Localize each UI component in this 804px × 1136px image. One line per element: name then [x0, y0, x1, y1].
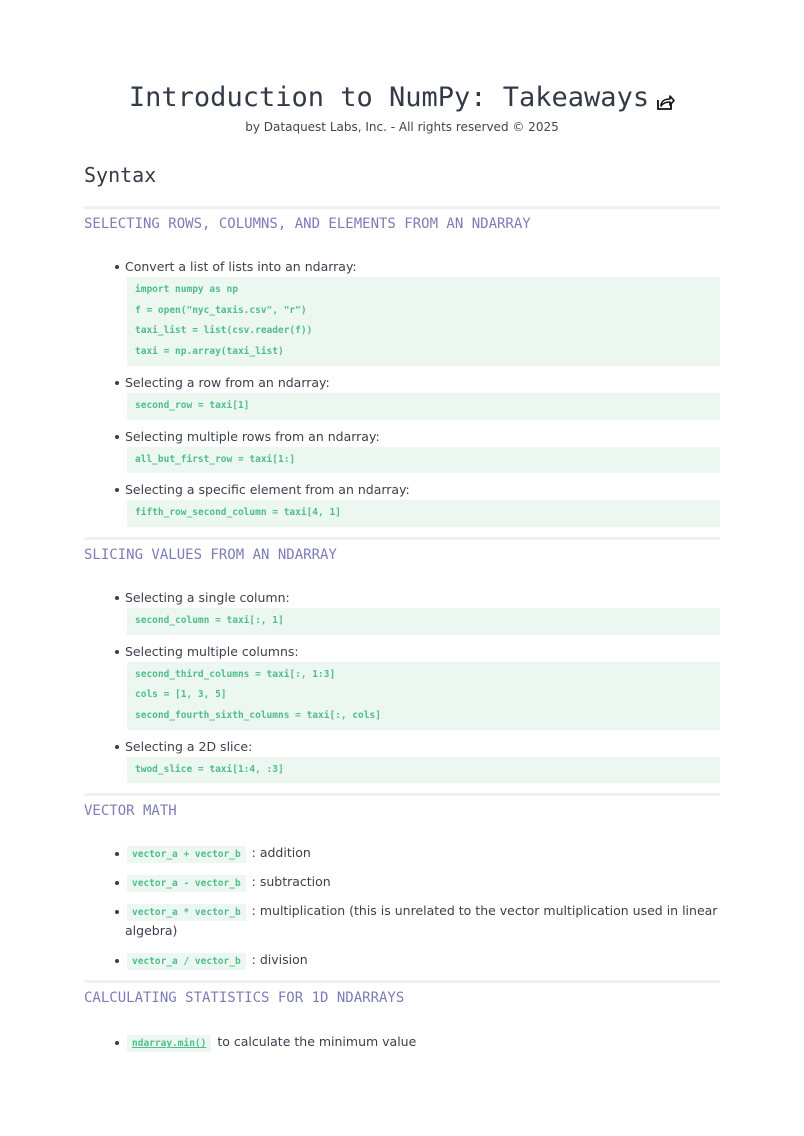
- item-text: to calculate the minimum value: [217, 1034, 417, 1050]
- content: SELECTING ROWS, COLUMNS, AND ELEMENTS FR…: [84, 206, 720, 1062]
- code-line: twod_slice = taxi[1:4, :3]: [135, 763, 284, 775]
- section-heading: SLICING VALUES FROM AN NDARRAY: [84, 546, 337, 563]
- section-heading: CALCULATING STATISTICS FOR 1D NDARRAYS: [84, 990, 405, 1007]
- inline-code: vector_a + vector_b: [127, 846, 246, 864]
- code-line: fifth_row_second_column = taxi[4, 1]: [135, 507, 341, 519]
- section-heading: SELECTING ROWS, COLUMNS, AND ELEMENTS FR…: [84, 216, 531, 232]
- bullet-list: ndarray.min() to calculate the minimum v…: [84, 1032, 720, 1053]
- list-item: Convert a list of lists into an ndarray:…: [115, 258, 720, 366]
- code-line: all_but_first_row = taxi[1:]: [135, 453, 296, 465]
- code-line: second_fourth_sixth_columns = taxi[:, co…: [135, 710, 381, 722]
- item-text: : subtraction: [251, 874, 331, 890]
- divider: [84, 536, 720, 540]
- code-block: all_but_first_row = taxi[1:]: [127, 446, 720, 474]
- list-item: vector_a - vector_b : subtraction: [115, 872, 720, 893]
- list-item: vector_a + vector_b : addition: [115, 843, 720, 864]
- code-block: import numpy as np f = open("nyc_taxis.c…: [127, 277, 720, 366]
- divider: [84, 793, 720, 797]
- list-item: Selecting a 2D slice: twod_slice = taxi[…: [115, 738, 720, 784]
- list-item: vector_a * vector_b : multiplication (th…: [115, 901, 720, 941]
- copyright-subtitle: by Dataquest Labs, Inc. - All rights res…: [245, 120, 559, 134]
- bullet-list: Convert a list of lists into an ndarray:…: [84, 258, 720, 527]
- inline-code-link[interactable]: ndarray.min(): [127, 1035, 212, 1053]
- item-text: Convert a list of lists into an ndarray:: [125, 259, 357, 274]
- item-text: Selecting a 2D slice:: [125, 738, 253, 754]
- share-icon[interactable]: [655, 86, 675, 110]
- code-line: f = open("nyc_taxis.csv", "r"): [135, 304, 307, 316]
- item-text: Selecting a specific element from an nda…: [125, 482, 410, 498]
- page-title: Introduction to NumPy: Takeaways: [84, 80, 720, 116]
- syntax-heading: Syntax: [84, 163, 157, 187]
- bullet-list: vector_a + vector_b : addition vector_a …: [84, 843, 720, 971]
- list-item: Selecting a row from an ndarray: second_…: [115, 374, 720, 420]
- list-item: Selecting a specific element from an nda…: [115, 481, 720, 527]
- code-line: taxi_list = list(csv.reader(f)): [135, 325, 313, 337]
- divider: [84, 980, 720, 984]
- code-block: second_column = taxi[:, 1]: [127, 607, 720, 635]
- inline-code: vector_a * vector_b: [127, 904, 246, 922]
- code-line: taxi = np.array(taxi_list): [135, 346, 284, 358]
- list-item: Selecting multiple rows from an ndarray:…: [115, 428, 720, 474]
- item-text: Selecting a single column:: [125, 589, 290, 605]
- list-item: vector_a / vector_b : division: [115, 950, 720, 971]
- code-line: import numpy as np: [135, 284, 238, 295]
- inline-code: vector_a / vector_b: [127, 953, 246, 971]
- inline-code: vector_a - vector_b: [127, 875, 246, 893]
- item-text: : addition: [251, 845, 311, 861]
- code-line: cols = [1, 3, 5]: [135, 689, 227, 701]
- bullet-list: Selecting a single column: second_column…: [84, 589, 720, 784]
- code-block: second_row = taxi[1]: [127, 392, 720, 420]
- list-item: Selecting multiple columns: second_third…: [115, 643, 720, 730]
- item-text: : division: [251, 952, 308, 968]
- divider: [84, 206, 720, 209]
- code-block: twod_slice = taxi[1:4, :3]: [127, 756, 720, 784]
- list-item: ndarray.min() to calculate the minimum v…: [115, 1032, 720, 1053]
- code-block: fifth_row_second_column = taxi[4, 1]: [127, 500, 720, 527]
- code-block: second_third_columns = taxi[:, 1:3] cols…: [127, 661, 720, 730]
- section-heading: VECTOR MATH: [84, 803, 177, 820]
- code-line: second_column = taxi[:, 1]: [135, 614, 284, 626]
- code-line: second_row = taxi[1]: [135, 399, 250, 411]
- item-text: Selecting multiple rows from an ndarray:: [125, 428, 380, 444]
- item-text: Selecting a row from an ndarray:: [125, 374, 330, 390]
- list-item: Selecting a single column: second_column…: [115, 589, 720, 635]
- code-line: second_third_columns = taxi[:, 1:3]: [135, 668, 336, 680]
- item-text: Selecting multiple columns:: [125, 643, 299, 659]
- page-title-text: Introduction to NumPy: Takeaways: [128, 82, 650, 113]
